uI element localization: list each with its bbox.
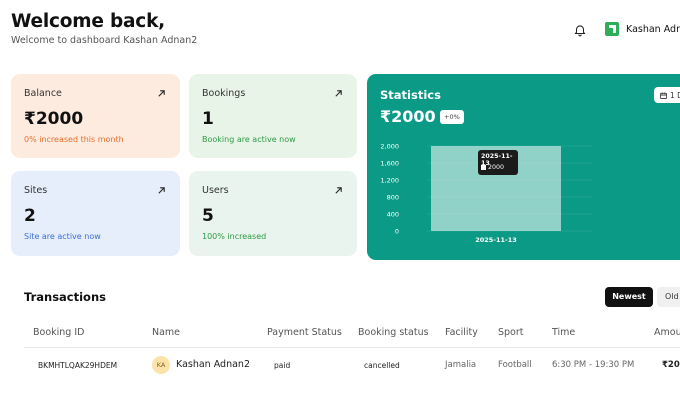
column-header-facility[interactable]: Facility [445, 327, 478, 338]
y-tick-label: 1,600 [380, 160, 399, 168]
column-header-payment-status[interactable]: Payment Status [267, 327, 342, 338]
user-menu[interactable]: Kashan Adn [605, 22, 680, 36]
sites-label: Sites [24, 185, 48, 196]
cell-name: Kashan Adnan2 [176, 359, 250, 370]
user-name: Kashan Adn [626, 23, 680, 35]
cell-booking-status: cancelled [364, 361, 400, 370]
tooltip-swatch [481, 165, 486, 170]
users-card[interactable]: Users 5 100% increased [189, 171, 357, 256]
cell-facility: Jamalia [445, 360, 477, 370]
cell-booking-id: BKMHTLQAK29HDEM [38, 361, 118, 370]
y-tick-label: 1,200 [380, 177, 399, 185]
app-logo-icon [605, 22, 619, 36]
cell-sport: Football [498, 360, 532, 370]
tooltip-value: 2000 [488, 164, 505, 171]
cell-time: 6:30 PM - 19:30 PM [552, 360, 635, 370]
transactions-title: Transactions [24, 290, 106, 304]
balance-card[interactable]: Balance ₹2000 0% increased this month [11, 74, 180, 158]
page-header: Welcome back, Welcome to dashboard Kasha… [0, 0, 680, 60]
bell-icon[interactable] [573, 23, 587, 37]
bookings-label: Bookings [202, 88, 246, 99]
y-tick-label: 400 [387, 211, 399, 219]
statistics-panel: Statistics ₹2000 +0% 1 D 2,0001,6001,200… [367, 74, 680, 260]
balance-label: Balance [24, 88, 62, 99]
arrow-up-right-icon[interactable] [334, 89, 343, 98]
x-tick-label: 2025-11-13 [475, 236, 517, 244]
y-tick-label: 2,000 [380, 143, 399, 151]
avatar: KA [152, 356, 170, 374]
arrow-up-right-icon[interactable] [334, 186, 343, 195]
users-value: 5 [202, 206, 214, 226]
users-note: 100% increased [202, 232, 267, 241]
bookings-value: 1 [202, 109, 214, 129]
bookings-card[interactable]: Bookings 1 Booking are active now [189, 74, 357, 158]
table-header-divider [24, 347, 680, 348]
balance-note: 0% increased this month [24, 135, 124, 144]
welcome-title: Welcome back, [11, 11, 165, 32]
column-header-time[interactable]: Time [552, 327, 575, 338]
balance-value: ₹2000 [24, 109, 84, 129]
column-header-name[interactable]: Name [152, 327, 180, 338]
statistics-chart: 2,000 1,600 1,200 800 400 0 2025-11-13 [380, 143, 592, 244]
column-header-booking-id[interactable]: Booking ID [33, 327, 84, 338]
bookings-note: Booking are active now [202, 135, 296, 144]
cell-amount: ₹20 [662, 360, 680, 370]
cell-payment-status: paid [274, 361, 291, 370]
sites-value: 2 [24, 206, 36, 226]
welcome-subtitle: Welcome to dashboard Kashan Adnan2 [11, 35, 198, 46]
sort-oldest-button[interactable]: Old [657, 287, 680, 307]
arrow-up-right-icon[interactable] [157, 186, 166, 195]
column-header-amount[interactable]: Amou [654, 327, 680, 338]
sort-newest-button[interactable]: Newest [605, 287, 653, 307]
sites-card[interactable]: Sites 2 Site are active now [11, 171, 180, 256]
y-tick-label: 0 [395, 228, 399, 236]
sites-note: Site are active now [24, 232, 101, 241]
y-tick-label: 800 [387, 194, 399, 202]
chart-tooltip: 2025-11-13 2000 [478, 150, 518, 175]
arrow-up-right-icon[interactable] [157, 89, 166, 98]
users-label: Users [202, 185, 229, 196]
column-header-sport[interactable]: Sport [498, 327, 524, 338]
column-header-booking-status[interactable]: Booking status [358, 327, 429, 338]
tooltip-value-row: 2000 [481, 164, 504, 171]
